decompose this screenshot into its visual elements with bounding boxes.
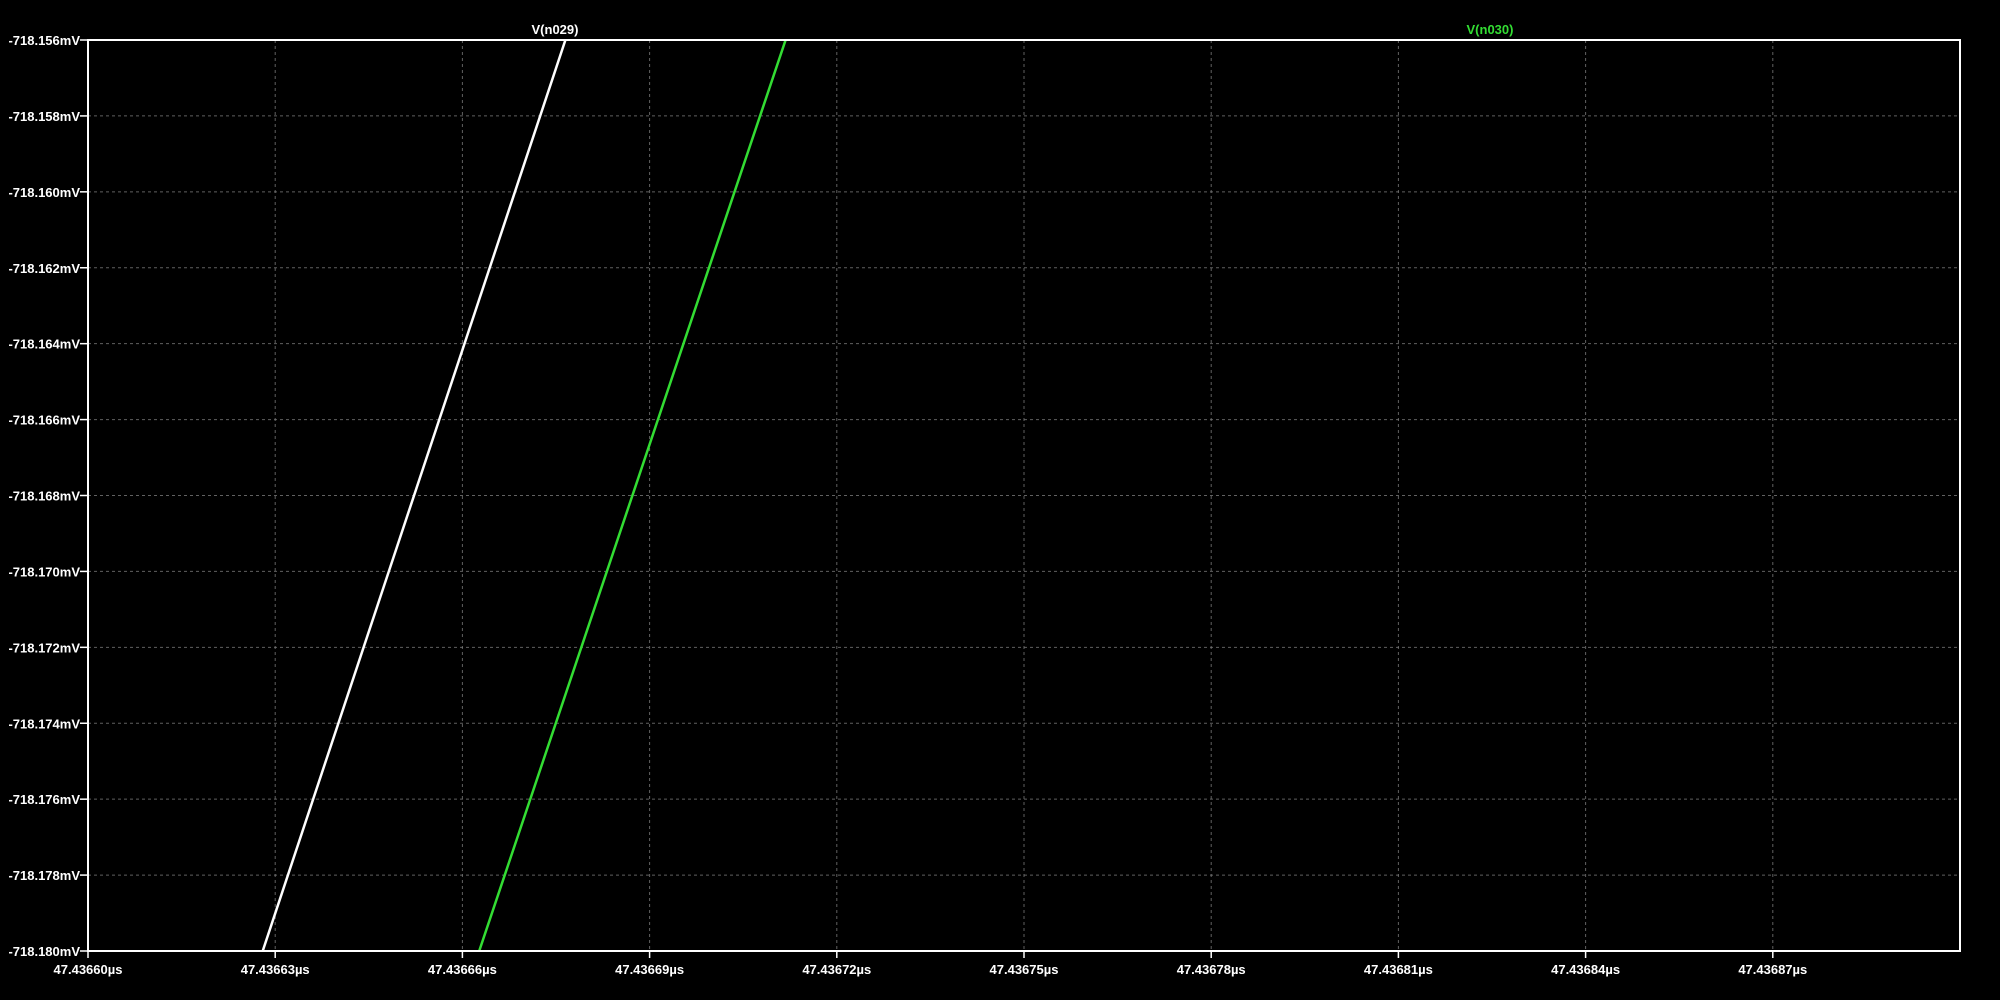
plot-background [0,0,2000,1000]
x-tick-label: 47.43669µs [615,962,684,977]
y-tick-label: -718.170mV [8,564,80,579]
legend-label-vn030[interactable]: V(n030) [1467,22,1514,37]
y-tick-label: -718.174mV [8,716,80,731]
x-tick-label: 47.43663µs [241,962,310,977]
y-tick-label: -718.160mV [8,185,80,200]
y-tick-label: -718.178mV [8,868,80,883]
x-tick-label: 47.43660µs [54,962,123,977]
x-tick-label: 47.43678µs [1177,962,1246,977]
y-tick-label: -718.176mV [8,792,80,807]
y-tick-label: -718.164mV [8,337,80,352]
x-tick-label: 47.43687µs [1738,962,1807,977]
y-tick-label: -718.168mV [8,489,80,504]
x-tick-label: 47.43666µs [428,962,497,977]
y-tick-label: -718.156mV [8,33,80,48]
y-tick-label: -718.158mV [8,109,80,124]
x-tick-label: 47.43675µs [990,962,1059,977]
y-tick-label: -718.162mV [8,261,80,276]
x-tick-label: 47.43681µs [1364,962,1433,977]
y-tick-label: -718.172mV [8,640,80,655]
legend-label-vn029[interactable]: V(n029) [532,22,579,37]
y-tick-label: -718.166mV [8,413,80,428]
y-tick-label: -718.180mV [8,944,80,959]
waveform-plot[interactable]: -718.156mV -718.158mV -718.160mV -718.162mV… [0,0,2000,1000]
x-tick-label: 47.43672µs [802,962,871,977]
x-tick-label: 47.43684µs [1551,962,1620,977]
